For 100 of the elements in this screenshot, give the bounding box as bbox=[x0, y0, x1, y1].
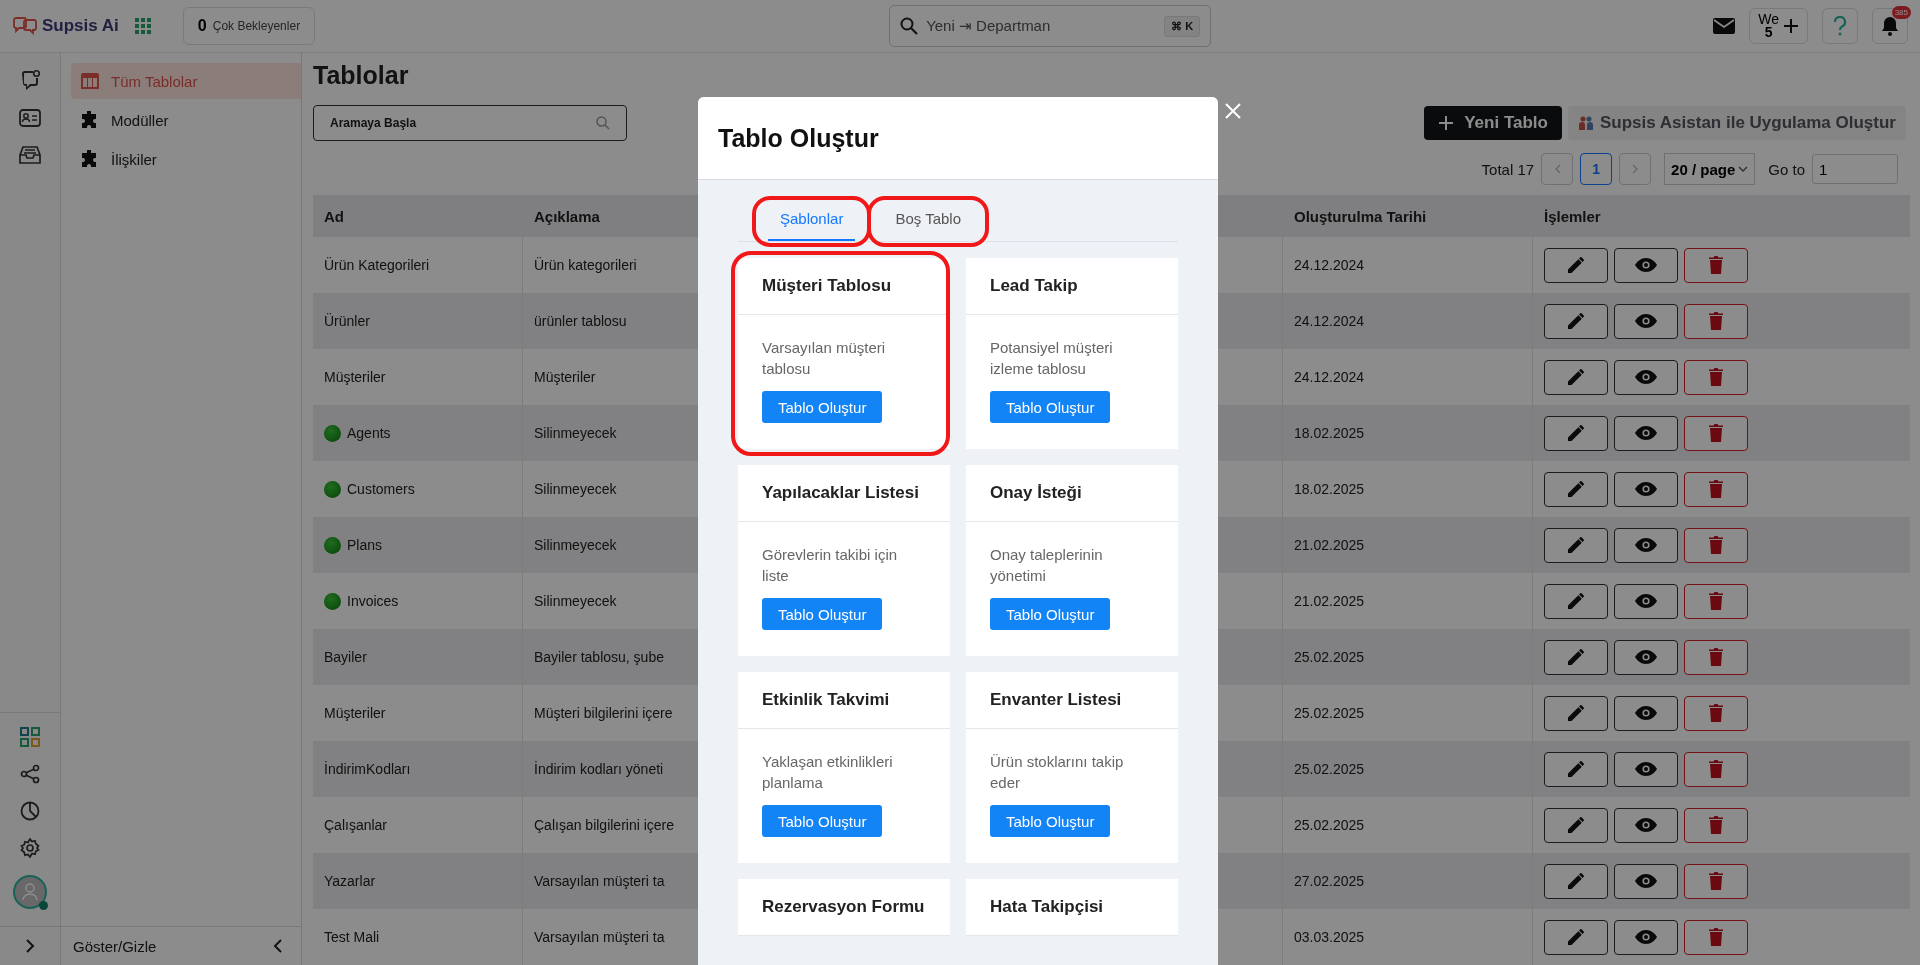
template-description: Ürün stoklarını takip eder bbox=[990, 752, 1125, 793]
show-hide-label[interactable]: Göster/Gizle bbox=[73, 937, 157, 955]
edit-button[interactable] bbox=[1544, 863, 1608, 899]
delete-button[interactable] bbox=[1684, 751, 1748, 787]
view-button[interactable] bbox=[1614, 583, 1678, 619]
create-table-button[interactable]: Tablo Oluştur bbox=[990, 598, 1111, 630]
edit-button[interactable] bbox=[1544, 751, 1608, 787]
template-title: Hata Takipçisi bbox=[990, 897, 1104, 917]
template-description: Görevlerin takibi için liste bbox=[762, 545, 899, 586]
delete-button[interactable] bbox=[1684, 807, 1748, 843]
pencil-icon bbox=[1567, 368, 1585, 386]
create-table-button[interactable]: Tablo Oluştur bbox=[762, 391, 883, 423]
view-button[interactable] bbox=[1614, 303, 1678, 339]
go-to-field[interactable]: 1 bbox=[1812, 154, 1898, 184]
view-button[interactable] bbox=[1614, 751, 1678, 787]
view-button[interactable] bbox=[1614, 919, 1678, 955]
share-icon[interactable] bbox=[20, 764, 40, 784]
edit-button[interactable] bbox=[1544, 695, 1608, 731]
create-table-button[interactable]: Tablo Oluştur bbox=[762, 805, 883, 837]
notifications-button[interactable]: 385 bbox=[1872, 8, 1908, 44]
trash-icon bbox=[1709, 704, 1723, 722]
contact-card-icon[interactable] bbox=[19, 109, 41, 127]
eye-icon bbox=[1635, 594, 1657, 608]
edit-button[interactable] bbox=[1544, 807, 1608, 843]
delete-button[interactable] bbox=[1684, 527, 1748, 563]
new-table-button[interactable]: Yeni Tablo bbox=[1424, 106, 1562, 140]
delete-button[interactable] bbox=[1684, 863, 1748, 899]
close-icon[interactable] bbox=[1225, 103, 1241, 119]
delete-button[interactable] bbox=[1684, 583, 1748, 619]
assistant-button[interactable]: Supsis Asistan ile Uygulama Oluştur bbox=[1568, 106, 1906, 140]
delete-button[interactable] bbox=[1684, 695, 1748, 731]
page-number-button[interactable]: 1 bbox=[1580, 153, 1613, 185]
delete-button[interactable] bbox=[1684, 359, 1748, 395]
edit-button[interactable] bbox=[1544, 415, 1608, 451]
delete-button[interactable] bbox=[1684, 415, 1748, 451]
create-table-button[interactable]: Tablo Oluştur bbox=[990, 805, 1111, 837]
template-description: Yaklaşan etkinlikleri planlama bbox=[762, 752, 894, 793]
view-button[interactable] bbox=[1614, 359, 1678, 395]
sidebar-item[interactable]: İlişkiler bbox=[71, 141, 301, 177]
app-grid-icon[interactable] bbox=[134, 18, 151, 34]
view-button[interactable] bbox=[1614, 527, 1678, 563]
dashboard-grid-icon[interactable] bbox=[20, 727, 40, 747]
page-size-select[interactable]: 20 / page bbox=[1664, 153, 1756, 185]
view-button[interactable] bbox=[1614, 807, 1678, 843]
edit-button[interactable] bbox=[1544, 247, 1608, 283]
user-avatar[interactable] bbox=[13, 875, 47, 909]
table-cell: Ürün Kategorileri bbox=[324, 257, 430, 273]
sidebar-item[interactable]: Modüller bbox=[71, 102, 301, 138]
view-button[interactable] bbox=[1614, 639, 1678, 675]
table-cell: Çalışan bilgilerini içere bbox=[534, 817, 675, 833]
mail-icon[interactable] bbox=[1713, 18, 1736, 34]
expand-chevron-icon[interactable] bbox=[25, 939, 35, 953]
view-button[interactable] bbox=[1614, 863, 1678, 899]
view-button[interactable] bbox=[1614, 247, 1678, 283]
brand-name[interactable]: Supsis Ai bbox=[42, 16, 119, 36]
table-cell: Test Mali bbox=[324, 929, 380, 945]
caret-icon bbox=[1738, 166, 1749, 172]
delete-button[interactable] bbox=[1684, 303, 1748, 339]
edit-button[interactable] bbox=[1544, 639, 1608, 675]
question-mark-icon bbox=[1833, 16, 1847, 36]
sidebar-item[interactable]: Tüm Tablolar bbox=[71, 63, 301, 99]
search-icon bbox=[596, 116, 610, 130]
table-cell: 21.02.2025 bbox=[1294, 593, 1365, 609]
delete-button[interactable] bbox=[1684, 919, 1748, 955]
create-table-button[interactable]: Tablo Oluştur bbox=[990, 391, 1111, 423]
table-cell: 21.02.2025 bbox=[1294, 537, 1365, 553]
collapse-chevron-icon[interactable] bbox=[273, 939, 283, 953]
create-table-button[interactable]: Tablo Oluştur bbox=[762, 598, 883, 630]
delete-button[interactable] bbox=[1684, 247, 1748, 283]
eye-icon bbox=[1635, 426, 1657, 440]
search-value: Yeni ⇥ Departman bbox=[926, 17, 1052, 35]
pending-button[interactable]: 0 Çok Bekleyenler bbox=[182, 7, 316, 45]
table-cell: 03.03.2025 bbox=[1294, 929, 1365, 945]
table-cell: Ürün kategorileri bbox=[534, 257, 637, 273]
inbox-icon[interactable] bbox=[19, 145, 41, 165]
table-cell: Müşteriler bbox=[324, 705, 386, 721]
pie-chart-icon[interactable] bbox=[20, 801, 40, 821]
edit-button[interactable] bbox=[1544, 359, 1608, 395]
plus-icon bbox=[1783, 18, 1799, 34]
edit-button[interactable] bbox=[1544, 303, 1608, 339]
pencil-icon bbox=[1567, 648, 1585, 666]
settings-icon[interactable] bbox=[20, 838, 40, 858]
eye-icon bbox=[1635, 258, 1657, 272]
tab[interactable]: Şablonlar bbox=[768, 202, 856, 241]
view-button[interactable] bbox=[1614, 695, 1678, 731]
delete-button[interactable] bbox=[1684, 639, 1748, 675]
global-search-field[interactable]: Yeni ⇥ Departman ⌘ K bbox=[889, 5, 1212, 47]
table-search-field[interactable]: Aramaya Başla bbox=[313, 105, 627, 141]
edit-button[interactable] bbox=[1544, 919, 1608, 955]
table-cell: Ürünler bbox=[324, 313, 370, 329]
edit-button[interactable] bbox=[1544, 471, 1608, 507]
tab[interactable]: Boş Tablo bbox=[883, 202, 973, 241]
chat-icon[interactable] bbox=[19, 69, 41, 91]
edit-button[interactable] bbox=[1544, 583, 1608, 619]
view-button[interactable] bbox=[1614, 415, 1678, 451]
user-add-button[interactable]: We 5 bbox=[1749, 8, 1808, 44]
view-button[interactable] bbox=[1614, 471, 1678, 507]
edit-button[interactable] bbox=[1544, 527, 1608, 563]
template-title: Lead Takip bbox=[990, 276, 1078, 296]
delete-button[interactable] bbox=[1684, 471, 1748, 507]
